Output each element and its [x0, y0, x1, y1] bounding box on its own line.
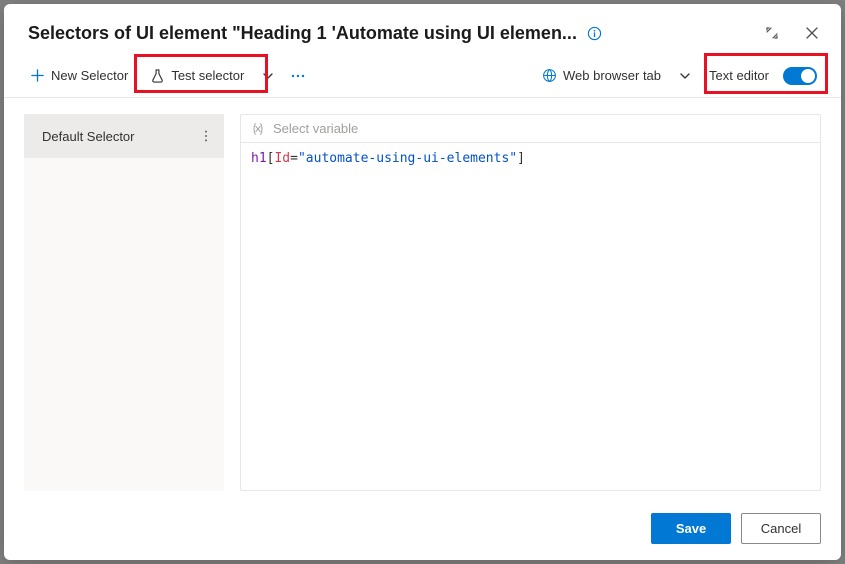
toolbar: New Selector Test selector Web browser t…	[4, 54, 841, 98]
plus-icon	[30, 68, 45, 83]
flask-icon	[150, 68, 165, 83]
selector-builder-window: Selectors of UI element "Heading 1 'Auto…	[4, 4, 841, 560]
variable-placeholder: Select variable	[273, 121, 358, 136]
code-attr-value: automate-using-ui-elements	[306, 151, 510, 166]
code-tag: h1	[251, 151, 267, 166]
variable-icon	[251, 122, 265, 136]
variable-picker[interactable]: Select variable	[241, 115, 820, 143]
resize-diagonal-icon[interactable]	[755, 18, 789, 48]
code-attr: Id	[274, 151, 290, 166]
text-editor-label: Text editor	[709, 68, 769, 83]
text-editor-toggle[interactable]: Text editor	[699, 61, 821, 91]
web-browser-tab-label: Web browser tab	[563, 68, 661, 83]
selector-code-area[interactable]: h1[Id="automate-using-ui-elements"]	[241, 143, 820, 490]
selector-editor: Select variable h1[Id="automate-using-ui…	[240, 114, 821, 491]
selector-item-default[interactable]: Default Selector	[24, 114, 224, 158]
info-icon[interactable]	[587, 26, 602, 41]
body: Default Selector Select variable h1[Id="…	[4, 98, 841, 501]
window-title: Selectors of UI element "Heading 1 'Auto…	[28, 23, 577, 44]
more-horizontal-icon	[290, 68, 306, 84]
titlebar: Selectors of UI element "Heading 1 'Auto…	[4, 4, 841, 54]
test-selector-label: Test selector	[171, 68, 244, 83]
footer: Save Cancel	[4, 501, 841, 560]
save-button[interactable]: Save	[651, 513, 731, 544]
web-browser-tab-button[interactable]: Web browser tab	[532, 62, 671, 89]
web-browser-tab-dropdown[interactable]	[673, 64, 697, 88]
selector-item-label: Default Selector	[42, 129, 135, 144]
test-selector-dropdown[interactable]	[256, 64, 280, 88]
test-selector-button[interactable]: Test selector	[140, 62, 254, 89]
selector-item-actions-button[interactable]	[196, 124, 216, 148]
chevron-down-icon	[679, 70, 691, 82]
new-selector-label: New Selector	[51, 68, 128, 83]
selectors-sidebar: Default Selector	[24, 114, 224, 491]
toggle-switch-on-icon	[783, 67, 817, 85]
new-selector-button[interactable]: New Selector	[20, 62, 138, 89]
more-actions-button[interactable]	[282, 62, 314, 90]
close-icon[interactable]	[795, 18, 829, 48]
cancel-button[interactable]: Cancel	[741, 513, 821, 544]
chevron-down-icon	[262, 70, 274, 82]
globe-icon	[542, 68, 557, 83]
